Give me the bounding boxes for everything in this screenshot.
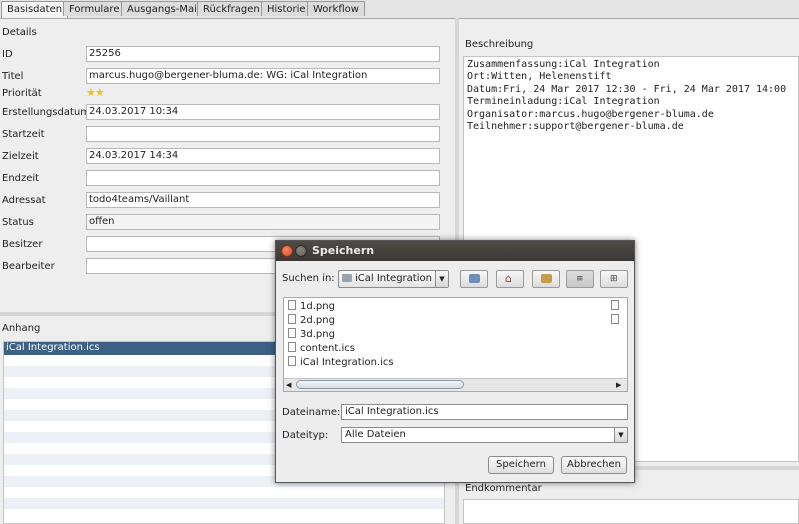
list-row-empty — [4, 498, 444, 509]
save-button[interactable]: Speichern — [488, 456, 554, 474]
list-view-icon: ≡ — [576, 274, 584, 284]
file-name: content.ics — [300, 343, 355, 354]
file-icon — [288, 356, 296, 366]
scroll-left-icon: ◀ — [286, 381, 292, 389]
file-item[interactable]: 2d.png — [288, 314, 335, 328]
file-name: 3d.png — [300, 329, 335, 340]
look-in-value: iCal Integration — [355, 273, 432, 284]
endzeit-field[interactable] — [86, 170, 440, 186]
look-in-label: Suchen in: — [282, 273, 335, 284]
description-line: Termineinladung:iCal Integration — [467, 96, 660, 108]
chevron-down-icon: ▼ — [614, 428, 627, 442]
description-line: Datum:Fri, 24 Mar 2017 12:30 - Fri, 24 M… — [467, 83, 787, 95]
filetype-select[interactable]: Alle Dateien ▼ — [341, 427, 628, 443]
cancel-button[interactable]: Abbrechen — [561, 456, 627, 474]
minimize-icon[interactable] — [295, 245, 307, 257]
endkommentar-field[interactable] — [463, 499, 799, 524]
chevron-down-icon: ▼ — [435, 271, 448, 287]
folder-icon — [342, 274, 352, 282]
id-field[interactable]: 25256 — [86, 46, 440, 62]
priority-stars[interactable]: ★★ — [86, 86, 105, 99]
status-label: Status — [2, 217, 34, 228]
home-icon: ⌂ — [505, 272, 512, 285]
tab-basisdaten[interactable]: Basisdaten — [1, 1, 69, 18]
titel-field[interactable]: marcus.hugo@bergener-bluma.de: WG: iCal … — [86, 68, 440, 84]
up-folder-icon — [469, 274, 480, 283]
dialog-titlebar: Speichern — [276, 241, 634, 261]
file-name: 2d.png — [300, 315, 335, 326]
filetype-value: Alle Dateien — [345, 429, 406, 440]
description-line: Teilnehmer:support@bergener-bluma.de — [467, 121, 684, 133]
anhang-title: Anhang — [2, 323, 41, 334]
look-in-combo[interactable]: iCal Integration ▼ — [338, 270, 449, 288]
adressat-field[interactable]: todo4teams/Vaillant — [86, 192, 440, 208]
filetype-label: Dateityp: — [282, 430, 329, 441]
tab-rueckfragen[interactable]: Rückfragen — [197, 1, 266, 16]
file-item[interactable]: 3d.png — [288, 328, 335, 342]
description-line: Ort:Witten, Helenenstift — [467, 71, 612, 83]
endkommentar-title: Endkommentar — [465, 483, 542, 494]
file-icon — [611, 314, 619, 326]
details-view-icon: ⊞ — [610, 274, 618, 284]
filename-input[interactable]: iCal Integration.ics — [341, 404, 628, 420]
besitzer-label: Besitzer — [2, 239, 43, 250]
file-item[interactable]: content.ics — [288, 342, 355, 356]
tab-historie[interactable]: Historie — [261, 1, 312, 16]
status-field[interactable]: offen — [86, 214, 440, 230]
titel-label: Titel — [2, 71, 24, 82]
horizontal-scrollbar[interactable]: ◀ ▶ — [284, 378, 627, 391]
tab-workflow[interactable]: Workflow — [307, 1, 365, 16]
tab-formulare[interactable]: Formulare — [63, 1, 126, 16]
star-icon: ★ — [86, 86, 96, 99]
zielzeit-field[interactable]: 24.03.2017 14:34 — [86, 148, 440, 164]
id-label: ID — [2, 49, 13, 60]
erstellungsdatum-field[interactable]: 24.03.2017 10:34 — [86, 104, 440, 120]
endzeit-label: Endzeit — [2, 173, 40, 184]
scrollbar-thumb[interactable] — [296, 380, 464, 389]
bearbeiter-label: Bearbeiter — [2, 261, 55, 272]
up-folder-button[interactable] — [460, 270, 488, 288]
details-title: Details — [2, 27, 37, 38]
startzeit-field[interactable] — [86, 126, 440, 142]
file-list[interactable]: 1d.png 2d.png 3d.png content.ics iCal In… — [283, 297, 628, 392]
erstellungsdatum-label: Erstellungsdatum — [2, 107, 90, 118]
new-folder-button[interactable] — [532, 270, 560, 288]
scroll-right-icon: ▶ — [616, 381, 622, 389]
prioritaet-label: Priorität — [2, 88, 42, 99]
file-item[interactable]: 1d.png — [288, 300, 335, 314]
star-icon: ★ — [94, 86, 105, 99]
file-icon — [288, 314, 296, 324]
dialog-title: Speichern — [312, 244, 375, 257]
file-name: iCal Integration.ics — [300, 357, 394, 368]
file-icon — [288, 342, 296, 352]
save-dialog: Speichern Suchen in: iCal Integration ▼ … — [275, 240, 635, 483]
tab-bar: Basisdaten Formulare Ausgangs-Mail Rückf… — [0, 0, 799, 19]
startzeit-label: Startzeit — [2, 129, 45, 140]
list-row-empty — [4, 487, 444, 498]
file-icon — [288, 300, 296, 310]
zielzeit-label: Zielzeit — [2, 151, 39, 162]
tab-ausgangs-mail[interactable]: Ausgangs-Mail — [121, 1, 206, 16]
filename-label: Dateiname: — [282, 407, 341, 418]
adressat-label: Adressat — [2, 195, 46, 206]
description-line: Organisator:marcus.hugo@bergener-bluma.d… — [467, 108, 714, 120]
description-line: Zusammenfassung:iCal Integration — [467, 59, 660, 70]
file-name: 1d.png — [300, 301, 335, 312]
file-icon — [288, 328, 296, 338]
details-view-button[interactable]: ⊞ — [600, 270, 628, 288]
file-icon — [611, 300, 619, 312]
list-row-empty — [4, 509, 444, 520]
home-button[interactable]: ⌂ — [496, 270, 524, 288]
close-icon[interactable] — [281, 245, 293, 257]
file-item[interactable]: iCal Integration.ics — [288, 356, 394, 370]
beschreibung-title: Beschreibung — [465, 39, 534, 50]
list-view-button[interactable]: ≡ — [566, 270, 594, 288]
new-folder-icon — [541, 274, 552, 283]
